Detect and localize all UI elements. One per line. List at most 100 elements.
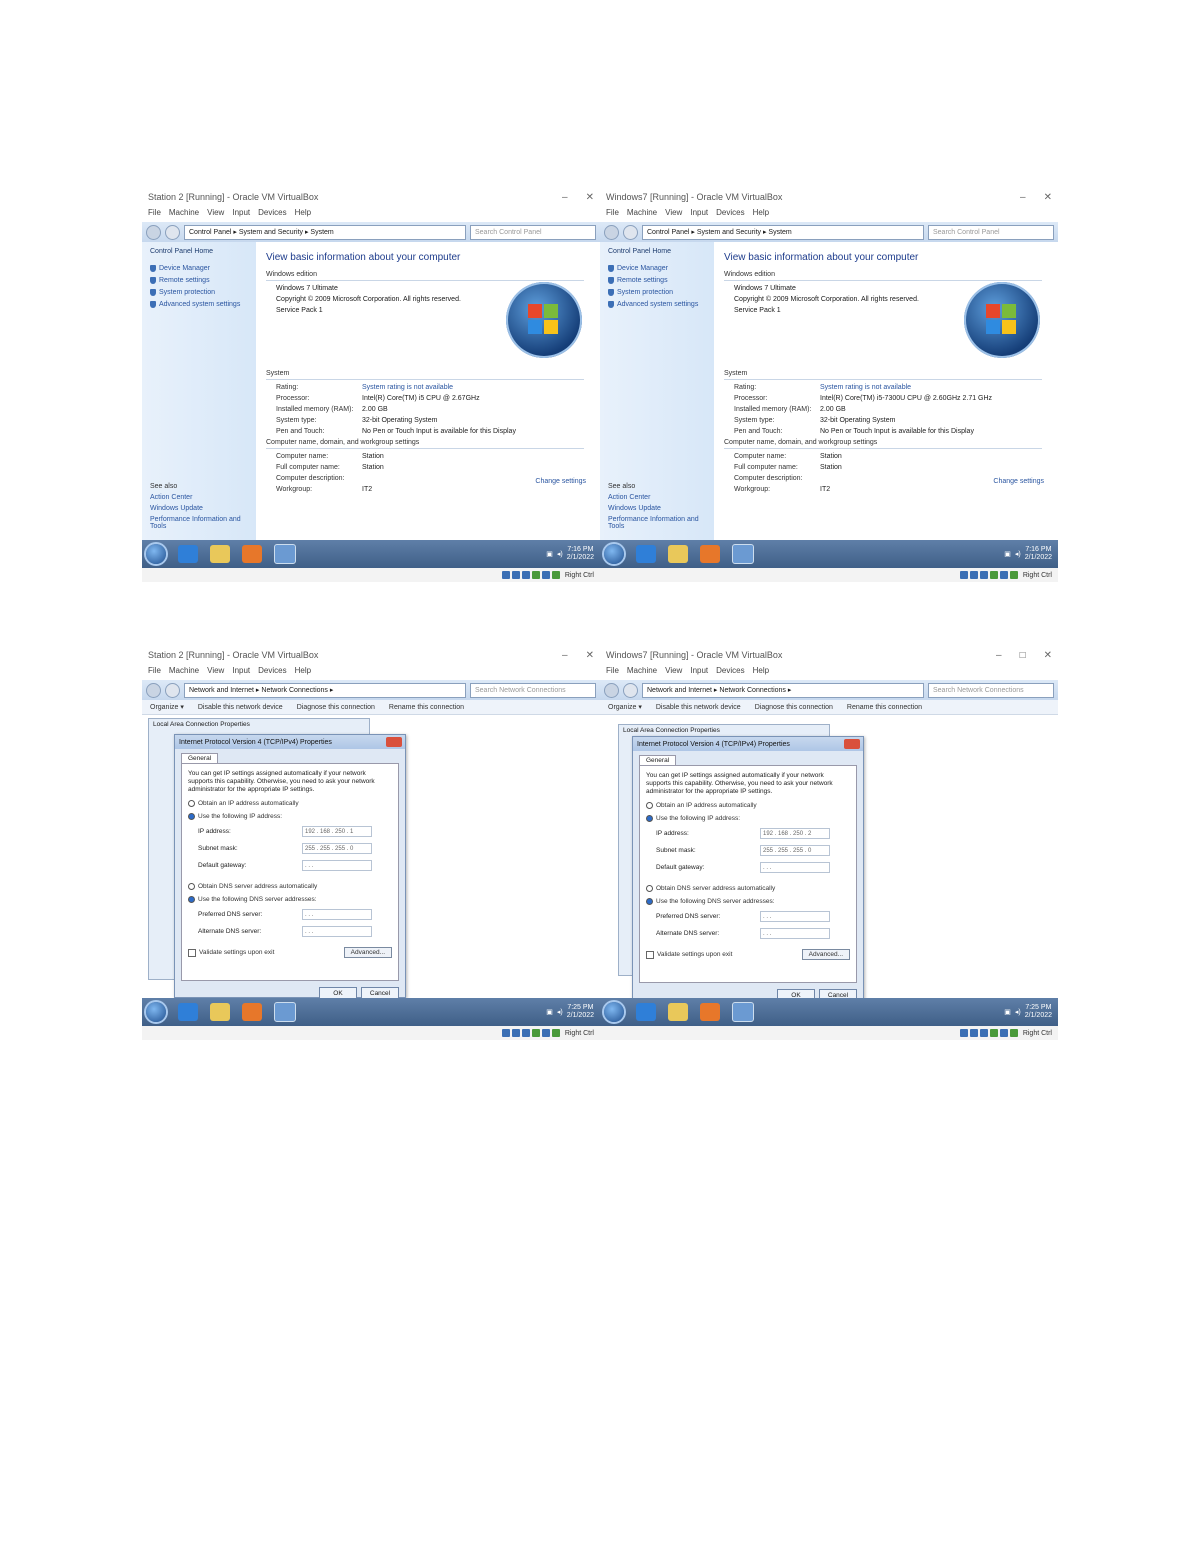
radio-use-ip[interactable]: Use the following IP address:: [646, 815, 850, 822]
sidebar-home-link[interactable]: Control Panel Home: [150, 248, 248, 255]
hdd-icon[interactable]: [501, 571, 510, 579]
menu-input[interactable]: Input: [690, 666, 708, 680]
menu-file[interactable]: File: [148, 666, 161, 680]
menu-help[interactable]: Help: [753, 208, 769, 222]
alternate-dns-field[interactable]: . . .: [302, 926, 372, 937]
optical-icon[interactable]: [511, 1029, 520, 1037]
mouse-integration-icon[interactable]: [1009, 1029, 1018, 1037]
back-icon[interactable]: [604, 224, 619, 240]
menu-input[interactable]: Input: [232, 208, 250, 222]
audio-icon[interactable]: [521, 1029, 530, 1037]
clock[interactable]: 7:16 PM 2/1/2022: [1025, 546, 1052, 562]
audio-icon[interactable]: [979, 571, 988, 579]
menu-devices[interactable]: Devices: [716, 208, 744, 222]
close-icon[interactable]: [844, 739, 860, 749]
menu-devices[interactable]: Devices: [258, 208, 286, 222]
menu-input[interactable]: Input: [232, 666, 250, 680]
disable-device-button[interactable]: Disable this network device: [656, 704, 741, 711]
radio-use-dns[interactable]: Use the following DNS server addresses:: [646, 898, 850, 905]
forward-icon[interactable]: [165, 224, 180, 240]
radio-auto-dns[interactable]: Obtain DNS server address automatically: [646, 885, 850, 892]
sidebar-item-device-manager[interactable]: Device Manager: [150, 265, 248, 272]
audio-icon[interactable]: [521, 571, 530, 579]
preferred-dns-field[interactable]: . . .: [302, 909, 372, 920]
network-adapter-icon[interactable]: [531, 571, 540, 579]
gateway-field[interactable]: . . .: [760, 862, 830, 873]
close-icon[interactable]: ✕: [1044, 650, 1052, 661]
validate-checkbox[interactable]: [188, 948, 196, 957]
network-icon[interactable]: ▣: [1004, 550, 1011, 558]
media-player-icon[interactable]: [700, 1003, 720, 1021]
volume-icon[interactable]: ◂): [1015, 1008, 1021, 1016]
explorer-icon[interactable]: [668, 545, 688, 563]
ip-address-field[interactable]: 192 . 168 . 250 . 1: [302, 826, 372, 837]
forward-icon[interactable]: [165, 682, 180, 698]
change-settings-link[interactable]: Change settings: [535, 478, 586, 485]
preferred-dns-field[interactable]: . . .: [760, 911, 830, 922]
menu-devices[interactable]: Devices: [258, 666, 286, 680]
hdd-icon[interactable]: [501, 1029, 510, 1037]
sidebar-item-system-protection[interactable]: System protection: [150, 289, 248, 296]
see-also-action-center[interactable]: Action Center: [150, 494, 250, 501]
control-panel-icon[interactable]: [732, 1002, 754, 1022]
explorer-icon[interactable]: [668, 1003, 688, 1021]
rename-button[interactable]: Rename this connection: [389, 704, 464, 711]
usb-icon[interactable]: [541, 571, 550, 579]
menu-view[interactable]: View: [665, 666, 682, 680]
radio-auto-ip[interactable]: Obtain an IP address automatically: [188, 800, 392, 807]
internet-explorer-icon[interactable]: [636, 545, 656, 563]
radio-use-dns[interactable]: Use the following DNS server addresses:: [188, 896, 392, 903]
menu-input[interactable]: Input: [690, 208, 708, 222]
network-adapter-icon[interactable]: [531, 1029, 540, 1037]
network-adapter-icon[interactable]: [989, 1029, 998, 1037]
radio-use-ip[interactable]: Use the following IP address:: [188, 813, 392, 820]
menu-help[interactable]: Help: [753, 666, 769, 680]
disable-device-button[interactable]: Disable this network device: [198, 704, 283, 711]
network-icon[interactable]: ▣: [546, 1008, 553, 1016]
alternate-dns-field[interactable]: . . .: [760, 928, 830, 939]
control-panel-icon[interactable]: [274, 1002, 296, 1022]
start-button-icon[interactable]: [604, 1002, 624, 1022]
sidebar-item-advanced-settings[interactable]: Advanced system settings: [150, 301, 248, 308]
menu-machine[interactable]: Machine: [627, 208, 657, 222]
tab-general[interactable]: General: [181, 753, 219, 763]
menu-file[interactable]: File: [606, 208, 619, 222]
forward-icon[interactable]: [623, 682, 638, 698]
forward-icon[interactable]: [623, 224, 638, 240]
internet-explorer-icon[interactable]: [636, 1003, 656, 1021]
breadcrumb[interactable]: Network and Internet ▸ Network Connectio…: [642, 682, 924, 698]
audio-icon[interactable]: [979, 1029, 988, 1037]
explorer-icon[interactable]: [210, 1003, 230, 1021]
search-input[interactable]: Search Control Panel: [928, 224, 1054, 240]
search-input[interactable]: Search Network Connections: [470, 682, 596, 698]
network-icon[interactable]: ▣: [1004, 1008, 1011, 1016]
usb-icon[interactable]: [999, 1029, 1008, 1037]
minimize-icon[interactable]: –: [562, 192, 568, 203]
change-settings-link[interactable]: Change settings: [993, 478, 1044, 485]
menu-help[interactable]: Help: [295, 666, 311, 680]
close-icon[interactable]: ✕: [1044, 192, 1052, 203]
tab-general[interactable]: General: [639, 755, 677, 765]
rename-button[interactable]: Rename this connection: [847, 704, 922, 711]
volume-icon[interactable]: ◂): [1015, 550, 1021, 558]
clock[interactable]: 7:16 PM 2/1/2022: [567, 546, 594, 562]
see-also-action-center[interactable]: Action Center: [608, 494, 708, 501]
back-icon[interactable]: [604, 682, 619, 698]
control-panel-icon[interactable]: [732, 544, 754, 564]
back-icon[interactable]: [146, 682, 161, 698]
ip-address-field[interactable]: 192 . 168 . 250 . 2: [760, 828, 830, 839]
subnet-mask-field[interactable]: 255 . 255 . 255 . 0: [302, 843, 372, 854]
validate-checkbox[interactable]: [646, 950, 654, 959]
media-player-icon[interactable]: [242, 1003, 262, 1021]
sidebar-item-device-manager[interactable]: Device Manager: [608, 265, 706, 272]
organize-button[interactable]: Organize ▾: [608, 703, 642, 711]
hdd-icon[interactable]: [959, 571, 968, 579]
diagnose-button[interactable]: Diagnose this connection: [297, 704, 375, 711]
start-button-icon[interactable]: [604, 544, 624, 564]
minimize-icon[interactable]: –: [1020, 192, 1026, 203]
sidebar-item-advanced-settings[interactable]: Advanced system settings: [608, 301, 706, 308]
network-adapter-icon[interactable]: [989, 571, 998, 579]
breadcrumb[interactable]: Control Panel ▸ System and Security ▸ Sy…: [184, 224, 466, 240]
start-button-icon[interactable]: [146, 1002, 166, 1022]
media-player-icon[interactable]: [700, 545, 720, 563]
